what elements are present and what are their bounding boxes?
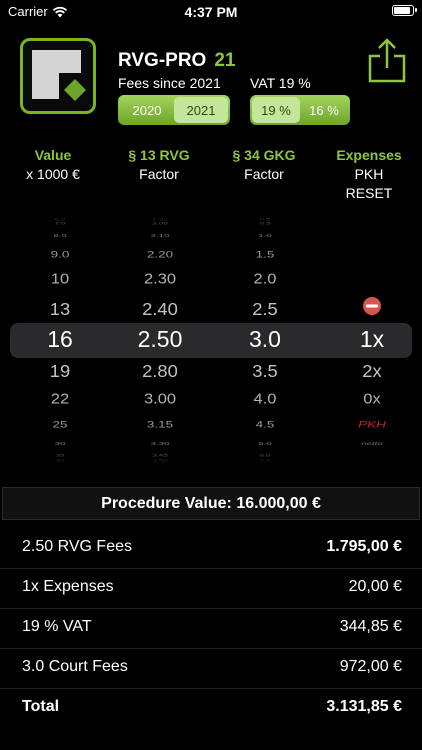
app-title-group: RVG-PRO 21 (118, 50, 235, 72)
fees-label: Fees since 2021 (118, 75, 221, 91)
expenses-wheel-item[interactable]: netto (322, 441, 422, 447)
status-bar: Carrier 4:37 PM (0, 0, 422, 24)
gkg-header-subtitle: Factor (244, 166, 284, 182)
app-version: 21 (214, 50, 236, 71)
value-header-title: Value (34, 147, 72, 163)
procedure-value: Procedure Value: 16.000,00 € (101, 494, 321, 512)
vat-label: VAT 19 % (250, 75, 311, 91)
summary-row: 19 % VAT 344,85 € (22, 618, 402, 636)
summary-row: 3.0 Court Fees 972,00 € (22, 658, 402, 676)
rvg-factor-wheel-item[interactable]: 2.40 (110, 298, 210, 319)
expenses-wheel-item[interactable]: 0x (322, 391, 422, 407)
value-header-unit: x 1000 € (26, 166, 80, 182)
logo-mark-icon (32, 50, 86, 101)
procedure-value-bar: Procedure Value: 16.000,00 € (2, 487, 420, 520)
expenses-wheel-item[interactable]: 1x (322, 326, 422, 353)
battery-icon (392, 5, 417, 16)
expenses-wheel[interactable]: 1x 2x 0x PKH netto (322, 195, 422, 485)
gkg-header-title: § 34 GKG (232, 147, 296, 163)
gkg-factor-wheel-item[interactable]: 4.0 (215, 391, 315, 407)
summary-row: 1x Expenses 20,00 € (22, 578, 402, 596)
gkg-factor-wheel-item[interactable]: 6.0 (215, 454, 315, 458)
rvg-factor-wheel-item[interactable]: 2.80 (110, 360, 210, 381)
gkg-factor-wheel-item[interactable]: 5.0 (215, 441, 315, 447)
vat-selector: 19 % 16 % (250, 95, 350, 125)
year-selector: 2020 2021 (118, 95, 230, 125)
battery-level (394, 7, 410, 14)
rvg-factor-wheel-item[interactable]: 3.45 (110, 454, 210, 458)
year-2021-option[interactable]: 2021 (174, 97, 228, 123)
rvg-factor-wheel[interactable]: 1.90 2.00 2.10 2.20 2.30 2.40 2.50 2.80 3.00 3.15… (110, 195, 210, 485)
gkg-factor-wheel[interactable]: 0.5 0.5 1.0 1.5 2.0 2.5 3.0 3.5 4.0 4.5 5.0 6.0 7.0 (215, 195, 315, 485)
rvg-factor-wheel-item[interactable]: 3.60 (110, 458, 210, 462)
expenses-wheel-item[interactable]: 2x (322, 360, 422, 381)
row-divider (0, 608, 422, 609)
summary-row: Total 3.131,85 € (22, 698, 402, 716)
summary-row-label: 1x Expenses (22, 578, 114, 595)
rvg-factor-wheel-item[interactable]: 3.15 (110, 419, 210, 430)
year-2020-option[interactable]: 2020 (120, 97, 174, 123)
value-wheel-item[interactable]: 13 (10, 298, 110, 319)
value-wheel-item[interactable]: 35 (10, 454, 110, 458)
value-wheel-item[interactable]: 25 (10, 419, 110, 430)
value-column-header: Value x 1000 € (3, 146, 103, 184)
rvg-header-subtitle: Factor (139, 166, 179, 182)
rvg-factor-wheel-item[interactable]: 2.30 (110, 271, 210, 287)
remove-expense-icon[interactable] (362, 296, 382, 316)
vat-19-option[interactable]: 19 % (252, 97, 300, 123)
rvg-header-title: § 13 RVG (128, 147, 190, 163)
rvg-column-header: § 13 RVG Factor (109, 146, 209, 184)
gkg-factor-wheel-item[interactable]: 0.5 (215, 221, 315, 225)
clock: 4:37 PM (184, 4, 238, 20)
summary-row-value: 3.131,85 € (326, 698, 402, 715)
gkg-factor-wheel-item[interactable]: 7.0 (215, 458, 315, 462)
vat-16-option[interactable]: 16 % (300, 97, 348, 123)
rvg-factor-wheel-item[interactable]: 2.10 (110, 233, 210, 239)
summary-row-label: 3.0 Court Fees (22, 658, 128, 675)
rvg-factor-wheel-item[interactable]: 2.20 (110, 249, 210, 260)
summary-row: 2.50 RVG Fees 1.795,00 € (22, 538, 402, 556)
rvg-factor-wheel-item[interactable]: 3.00 (110, 391, 210, 407)
rvg-factor-wheel-item[interactable]: 2.00 (110, 221, 210, 225)
rvg-factor-wheel-item[interactable]: 2.50 (110, 326, 210, 353)
gkg-factor-wheel-item[interactable]: 4.5 (215, 419, 315, 430)
summary-row-label: 19 % VAT (22, 618, 92, 635)
share-icon[interactable] (366, 38, 408, 84)
summary-row-label: Total (22, 698, 60, 715)
gkg-factor-wheel-item[interactable]: 1.5 (215, 249, 315, 260)
gkg-factor-wheel-item[interactable]: 3.0 (215, 326, 315, 353)
app-logo (20, 38, 96, 114)
value-wheel-item[interactable]: 8.0 (10, 233, 110, 239)
gkg-factor-wheel-item[interactable]: 3.5 (215, 360, 315, 381)
gkg-factor-wheel-item[interactable]: 1.0 (215, 233, 315, 239)
app-title: RVG-PRO (118, 50, 207, 71)
gkg-factor-wheel-item[interactable]: 2.0 (215, 271, 315, 287)
gkg-factor-wheel-item[interactable]: 2.5 (215, 298, 315, 319)
expenses-header-title: Expenses (336, 147, 402, 163)
value-wheel-item[interactable]: 30 (10, 441, 110, 447)
value-wheel-item[interactable]: 10 (10, 271, 110, 287)
summary-row-value: 20,00 € (348, 578, 402, 595)
pkh-button[interactable]: PKH (319, 165, 419, 184)
summary-row-value: 1.795,00 € (326, 538, 402, 555)
value-wheel-item[interactable]: 16 (10, 326, 110, 353)
rvg-factor-wheel-item[interactable]: 3.30 (110, 441, 210, 447)
gkg-column-header: § 34 GKG Factor (214, 146, 314, 184)
row-divider (0, 648, 422, 649)
factor-picker[interactable]: 6.0 7.0 8.0 9.0 10 13 16 19 22 25 30 35 40 1.90 2.00 2… (0, 195, 422, 485)
value-wheel-item[interactable]: 40 (10, 458, 110, 462)
summary-row-label: 2.50 RVG Fees (22, 538, 132, 555)
summary-row-value: 972,00 € (339, 658, 402, 675)
value-wheel-item[interactable]: 9.0 (10, 249, 110, 260)
row-divider (0, 568, 422, 569)
summary-row-value: 344,85 € (339, 618, 402, 635)
value-wheel[interactable]: 6.0 7.0 8.0 9.0 10 13 16 19 22 25 30 35 40 (10, 195, 110, 485)
value-wheel-item[interactable]: 22 (10, 391, 110, 407)
value-wheel-item[interactable]: 7.0 (10, 221, 110, 225)
expenses-wheel-item[interactable]: PKH (322, 419, 422, 430)
value-wheel-item[interactable]: 19 (10, 360, 110, 381)
row-divider (0, 688, 422, 689)
